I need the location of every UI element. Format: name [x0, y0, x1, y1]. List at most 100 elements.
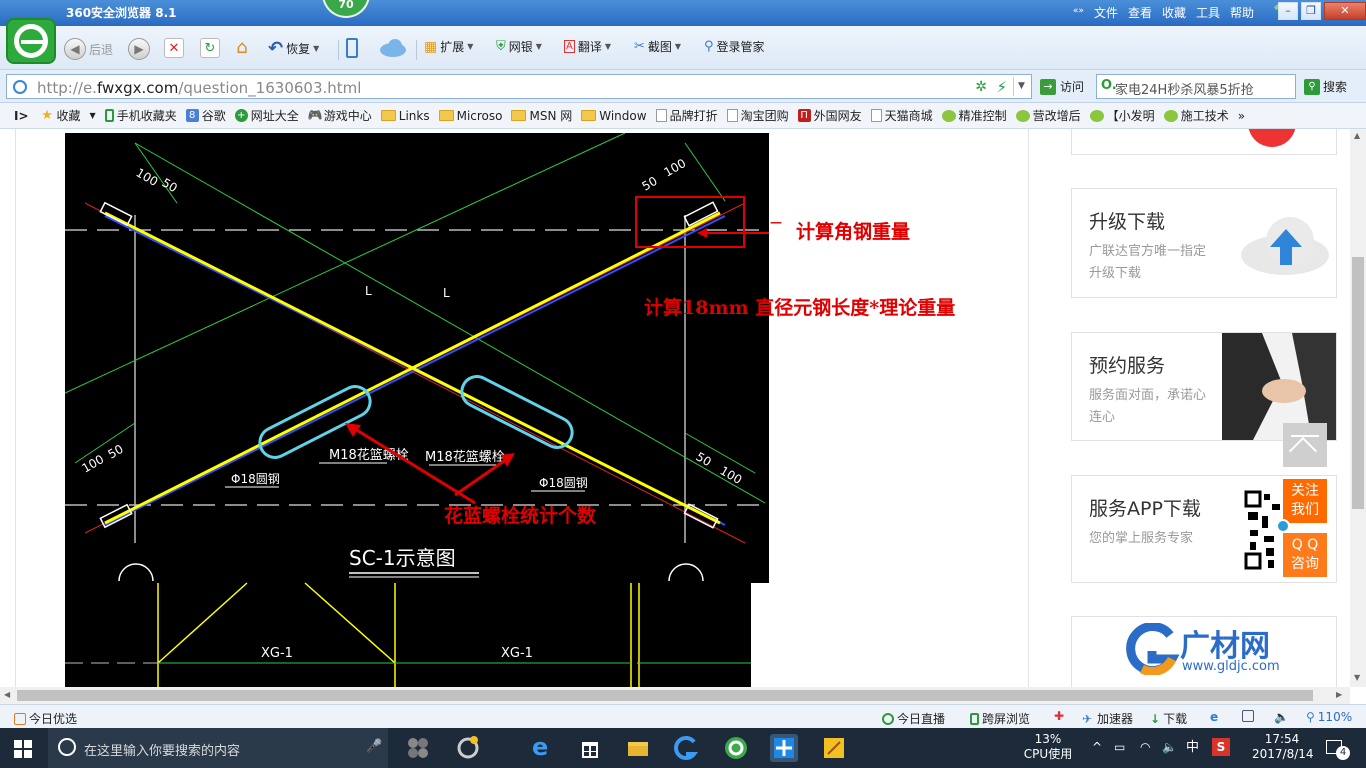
file-explorer-icon[interactable] [624, 734, 652, 762]
bookmark-links[interactable]: Links [380, 109, 430, 123]
bookmark-brand-discount[interactable]: 品牌打折 [655, 107, 718, 124]
menu-file[interactable]: 文件 [1094, 4, 1118, 21]
undo-icon: ↶ [268, 38, 284, 59]
wifi-icon[interactable]: ◠ [1140, 740, 1150, 755]
bookmark-foreign-netizens[interactable]: П 外国网友 [797, 107, 862, 124]
bookmark-game-center[interactable]: 🎮 游戏中心 [308, 107, 372, 124]
stop-button[interactable]: ✕ [164, 38, 184, 58]
task-view-icon[interactable] [404, 734, 432, 762]
bookmark-microsoft[interactable]: Microso [438, 109, 502, 123]
screenshot-button[interactable]: ✂ 截图 ▼ [634, 38, 681, 55]
search-input[interactable]: O. 家电24H秒杀风暴5折抢 [1096, 74, 1296, 99]
address-input[interactable]: http://e.fwxgx.com/question_1630603.html… [6, 74, 1032, 99]
sogou-ime-icon[interactable]: S [1212, 738, 1230, 756]
taskbar-app-swirl-icon[interactable] [454, 734, 482, 762]
svg-text:M18花篮螺栓: M18花篮螺栓 [425, 449, 505, 465]
bookmark-taobao-group[interactable]: 淘宝团购 [726, 107, 789, 124]
translate-button[interactable]: A 翻译 ▼ [564, 38, 611, 55]
today-live-button[interactable]: 今日直播 [882, 710, 945, 727]
bookmark-msn[interactable]: MSN 网 [511, 107, 572, 124]
cpu-usage[interactable]: 13% CPU使用 [1022, 732, 1074, 762]
bookmarks-bar: I> ★ 收藏 ▼ 手机收藏夹 8 谷歌 + 网址大全 🎮 游戏中心 Links Micr… [0, 103, 1366, 129]
back-to-top-button[interactable] [1283, 423, 1327, 467]
netbank-button[interactable]: ⛨ 网银 ▼ [496, 38, 542, 55]
active-app-icon[interactable] [770, 734, 798, 762]
vertical-scrollbar[interactable]: ▲ ▼ [1350, 129, 1366, 687]
bookmark-construction-tech[interactable]: 施工技术 [1163, 107, 1229, 124]
window-mode-button[interactable] [1242, 710, 1254, 722]
search-button[interactable]: ⚲ 搜索 [1304, 78, 1347, 95]
refresh-button[interactable]: ↻ [200, 38, 220, 58]
globe-icon [13, 80, 27, 94]
download-button[interactable]: ↓ 下载 [1150, 710, 1187, 727]
bookmark-tmall[interactable]: 天猫商城 [870, 107, 933, 124]
close-button[interactable]: ✕ [1324, 2, 1366, 20]
svg-text:SC-1示意图: SC-1示意图 [349, 546, 456, 570]
bookmark-favorites[interactable]: ★ 收藏 ▼ [41, 107, 96, 124]
ie-mode-button[interactable]: e [1210, 710, 1218, 724]
input-method[interactable]: 中 [1186, 740, 1199, 755]
bookmark-vat-reform[interactable]: 营改增后 [1015, 107, 1081, 124]
home-button[interactable]: ⌂ [232, 38, 252, 58]
menu-tools[interactable]: 工具 [1196, 4, 1220, 21]
gldjc-banner[interactable]: 广材网 www.gldjc.com [1071, 616, 1337, 687]
menu-view[interactable]: 查看 [1128, 4, 1152, 21]
menu-favorites[interactable]: 收藏 [1162, 4, 1186, 21]
sidebar-toggle-icon[interactable]: I> [14, 109, 29, 123]
bookmark-precise-control[interactable]: 精准控制 [941, 107, 1007, 124]
tray-expand-icon[interactable]: ^ [1092, 740, 1102, 755]
restore-tab-button[interactable]: ↶ 恢复 ▼ [268, 38, 319, 59]
network-icon[interactable]: ▭ [1114, 740, 1125, 755]
bookmark-windows[interactable]: Window [581, 109, 647, 123]
start-button[interactable] [14, 740, 32, 758]
bookmark-mobile-favorites[interactable]: 手机收藏夹 [104, 107, 177, 124]
notes-app-icon[interactable] [820, 734, 848, 762]
scroll-arrows-icon[interactable]: «» [1073, 6, 1084, 21]
sidebar-card-top-stub[interactable] [1071, 129, 1337, 155]
cloud-button[interactable] [378, 38, 408, 58]
speed-mode-icon[interactable]: ⚡ [996, 78, 1007, 96]
forward-button[interactable]: ▶ [128, 38, 150, 60]
restore-button[interactable]: ❐ [1301, 2, 1321, 20]
upgrade-download-card[interactable]: 升级下载 广联达官方唯一指定升级下载 [1071, 188, 1337, 298]
360-browser-taskbar-icon[interactable] [722, 734, 750, 762]
svg-text:XG-1: XG-1 [501, 646, 533, 661]
volume-icon[interactable]: 🔈 [1162, 740, 1177, 755]
edge-browser-icon[interactable]: e [528, 734, 556, 762]
bookmark-small-invention[interactable]: 【小发明 [1089, 107, 1155, 124]
volume-button[interactable]: 🔈 [1274, 710, 1289, 724]
url-text[interactable]: http://e.fwxgx.com/question_1630603.html [37, 79, 361, 97]
bookmark-google[interactable]: 8 谷歌 [185, 107, 226, 124]
minimize-button[interactable]: – [1278, 2, 1298, 20]
reload-icon[interactable]: ✲ [975, 79, 987, 95]
glodon-app-icon[interactable] [672, 734, 700, 762]
microphone-icon[interactable]: 🎤 [366, 739, 382, 754]
page-icon [726, 109, 738, 122]
notification-center-icon[interactable]: 4 [1326, 740, 1350, 760]
security-score-badge[interactable]: 70 [322, 0, 370, 18]
zoom-button[interactable]: ⚲ 110% [1306, 710, 1352, 724]
clock[interactable]: 17:54 2017/8/14 [1252, 732, 1314, 762]
login-manager-button[interactable]: ⚲ 登录管家 [704, 38, 765, 55]
qq-consult-button[interactable]: Q Q咨询 [1283, 533, 1327, 577]
more-bookmarks-icon[interactable]: » [1238, 109, 1245, 123]
scissors-icon: ✂ [634, 39, 645, 54]
horizontal-scrollbar[interactable]: ◀ ▶ [0, 687, 1350, 704]
extend-button[interactable]: ▦ 扩展 ▼ [424, 38, 473, 55]
back-button[interactable]: ◀ 后退 [64, 38, 113, 60]
store-icon[interactable] [576, 734, 604, 762]
mobile-button[interactable] [346, 38, 358, 58]
plugin-button[interactable]: ✚ [1054, 710, 1066, 722]
visit-button[interactable]: → 访问 [1040, 78, 1084, 95]
menu-help[interactable]: 帮助 [1230, 4, 1254, 21]
cross-screen-button[interactable]: 跨屏浏览 [970, 710, 1030, 727]
today-picks-button[interactable]: 今日优选 [14, 710, 77, 727]
address-dropdown[interactable]: ▼ [1013, 77, 1029, 96]
bookmark-site-directory[interactable]: + 网址大全 [234, 107, 299, 124]
vertical-scroll-thumb[interactable] [1352, 257, 1364, 509]
taskbar-search[interactable]: 在这里输入你要搜索的内容 🎤 [48, 728, 388, 768]
browser-logo[interactable] [6, 18, 56, 64]
horizontal-scroll-thumb[interactable] [17, 690, 1313, 701]
follow-us-button[interactable]: 关注我们 [1283, 479, 1327, 523]
accelerator-button[interactable]: ✈ 加速器 [1082, 710, 1133, 727]
